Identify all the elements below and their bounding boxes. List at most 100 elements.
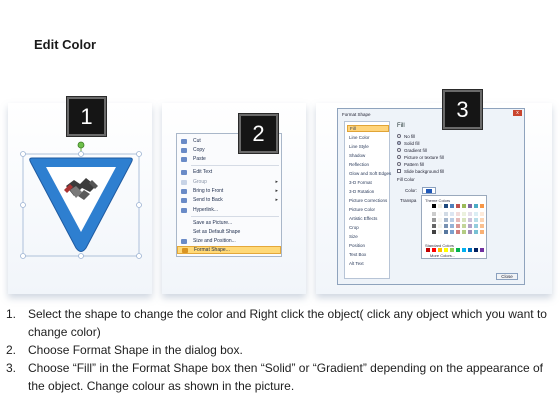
color-swatch[interactable] [456,248,460,252]
color-swatch[interactable] [444,224,448,228]
color-swatch[interactable] [480,230,484,234]
color-swatch[interactable] [444,218,448,222]
color-swatch[interactable] [474,204,478,208]
option-picture-fill[interactable]: Picture or texture fill [397,154,477,160]
color-swatch[interactable] [444,230,448,234]
color-swatch[interactable] [426,230,430,234]
color-swatch[interactable] [450,224,454,228]
color-swatch[interactable] [474,212,478,216]
menu-item-hyperlink[interactable]: Hyperlink... [177,206,281,214]
menu-item-edit-text[interactable]: Edit Text [177,168,281,176]
color-swatch[interactable] [474,224,478,228]
color-swatch[interactable] [480,212,484,216]
color-swatch[interactable] [450,212,454,216]
close-button[interactable]: Close [496,273,518,280]
color-swatch[interactable] [450,218,454,222]
color-swatch[interactable] [444,212,448,216]
color-swatch[interactable] [432,224,436,228]
color-swatch[interactable] [432,212,436,216]
more-colors-link[interactable]: More Colors... [430,253,455,258]
category-size[interactable]: Size [347,233,389,240]
color-swatch[interactable] [444,204,448,208]
category-line-color[interactable]: Line Color [347,134,389,141]
color-swatch[interactable] [462,204,466,208]
hyperlink-icon [181,207,187,213]
menu-item-set-default-shape[interactable]: Set as Default Shape [177,228,281,236]
menu-item-paste[interactable]: Paste [177,155,281,163]
category-position[interactable]: Position [347,242,389,249]
category-artistic-effects[interactable]: Artistic Effects [347,215,389,222]
color-swatch[interactable] [426,248,430,252]
color-swatch[interactable] [456,212,460,216]
color-swatch[interactable] [480,204,484,208]
triangle-shape[interactable] [20,140,142,260]
menu-item-save-as-picture[interactable]: Save as Picture... [177,219,281,227]
category-shadow[interactable]: Shadow [347,152,389,159]
color-swatch[interactable] [474,230,478,234]
menu-item-group[interactable]: Group ▸ [177,178,281,186]
color-picker-button[interactable] [422,187,436,194]
category-line-style[interactable]: Line Style [347,143,389,150]
color-swatch[interactable] [456,224,460,228]
menu-item-send-to-back[interactable]: Send to Back ▸ [177,196,281,204]
color-swatch[interactable] [426,224,430,228]
color-swatch[interactable] [456,204,460,208]
menu-item-bring-to-front[interactable]: Bring to Front ▸ [177,187,281,195]
option-slide-background-fill[interactable]: Slide background fill [397,168,477,174]
category-reflection[interactable]: Reflection [347,161,389,168]
color-swatch[interactable] [468,212,472,216]
color-swatch[interactable] [432,204,436,208]
color-swatch[interactable] [480,248,484,252]
option-no-fill[interactable]: No fill [397,133,477,139]
color-swatch[interactable] [438,212,442,216]
color-swatch[interactable] [468,218,472,222]
category-3d-format[interactable]: 3-D Format [347,179,389,186]
color-swatch[interactable] [444,248,448,252]
color-swatch[interactable] [438,224,442,228]
menu-item-size-and-position[interactable]: Size and Position... [177,237,281,245]
category-3d-rotation[interactable]: 3-D Rotation [347,188,389,195]
color-swatch[interactable] [480,224,484,228]
color-swatch[interactable] [462,212,466,216]
close-icon[interactable]: x [513,110,522,116]
category-text-box[interactable]: Text Box [347,251,389,258]
color-swatch[interactable] [462,230,466,234]
color-swatch[interactable] [480,218,484,222]
color-swatch[interactable] [474,218,478,222]
color-swatch[interactable] [468,248,472,252]
color-swatch[interactable] [432,230,436,234]
color-swatch[interactable] [426,204,430,208]
category-list: Fill Line Color Line Style Shadow Reflec… [344,121,391,279]
rotation-handle-icon[interactable] [77,141,85,149]
color-swatch[interactable] [468,224,472,228]
color-swatch[interactable] [438,204,442,208]
color-swatch[interactable] [432,248,436,252]
color-swatch[interactable] [462,218,466,222]
color-swatch[interactable] [462,248,466,252]
category-glow[interactable]: Glow and Soft Edges [347,170,391,177]
category-alt-text[interactable]: Alt Text [347,260,389,267]
color-swatch[interactable] [438,248,442,252]
category-picture-corrections[interactable]: Picture Corrections [347,197,389,204]
color-swatch[interactable] [438,230,442,234]
color-swatch[interactable] [474,248,478,252]
color-swatch[interactable] [456,230,460,234]
color-swatch[interactable] [450,248,454,252]
color-swatch[interactable] [468,230,472,234]
option-pattern-fill[interactable]: Pattern fill [397,161,477,167]
color-swatch[interactable] [468,204,472,208]
color-swatch[interactable] [450,204,454,208]
color-swatch[interactable] [438,218,442,222]
color-swatch[interactable] [426,218,430,222]
menu-item-format-shape[interactable]: Format Shape... [177,246,281,254]
color-swatch[interactable] [450,230,454,234]
category-picture-color[interactable]: Picture Color [347,206,389,213]
option-gradient-fill[interactable]: Gradient fill [397,147,477,153]
color-swatch[interactable] [462,224,466,228]
category-crop[interactable]: Crop [347,224,389,231]
option-solid-fill[interactable]: Solid fill [397,140,477,146]
category-fill[interactable]: Fill [347,125,389,132]
color-swatch[interactable] [432,218,436,222]
color-swatch[interactable] [456,218,460,222]
color-swatch[interactable] [426,212,430,216]
